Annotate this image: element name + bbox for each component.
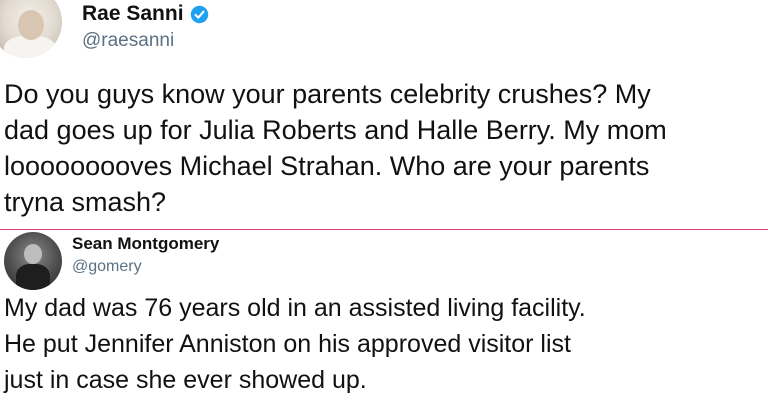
author-name-text[interactable]: Rae Sanni — [82, 2, 184, 26]
tweet-text-line: looooooooves Michael Strahan. Who are yo… — [4, 151, 650, 181]
tweet-text-line: He put Jennifer Anniston on his approved… — [4, 330, 571, 358]
avatar-head — [24, 244, 42, 264]
tweet-text-line: My dad was 76 years old in an assisted l… — [4, 294, 586, 322]
author-handle[interactable]: @gomery — [72, 258, 142, 276]
avatar[interactable] — [4, 232, 62, 290]
tweet-rae-sanni[interactable]: Rae Sanni @raesanni Do you guys know you… — [0, 0, 768, 228]
avatar[interactable] — [0, 0, 62, 58]
verified-badge-icon — [190, 5, 209, 24]
tweet-text-line: dad goes up for Julia Roberts and Halle … — [4, 115, 667, 145]
page: Rae Sanni @raesanni Do you guys know you… — [0, 0, 768, 402]
tweet-text-line: tryna smash? — [4, 187, 167, 217]
avatar-face — [18, 10, 44, 40]
divider — [0, 229, 768, 230]
author-name[interactable]: Sean Montgomery — [72, 234, 219, 254]
avatar-body — [16, 264, 50, 290]
tweet-text: Do you guys know your parents celebrity … — [4, 76, 754, 220]
tweet-text-line: just in case she ever showed up. — [4, 366, 367, 394]
tweet-text: My dad was 76 years old in an assisted l… — [4, 290, 760, 398]
author-name[interactable]: Rae Sanni — [82, 2, 209, 26]
tweet-text-line: Do you guys know your parents celebrity … — [4, 79, 651, 109]
author-handle[interactable]: @raesanni — [82, 30, 174, 52]
